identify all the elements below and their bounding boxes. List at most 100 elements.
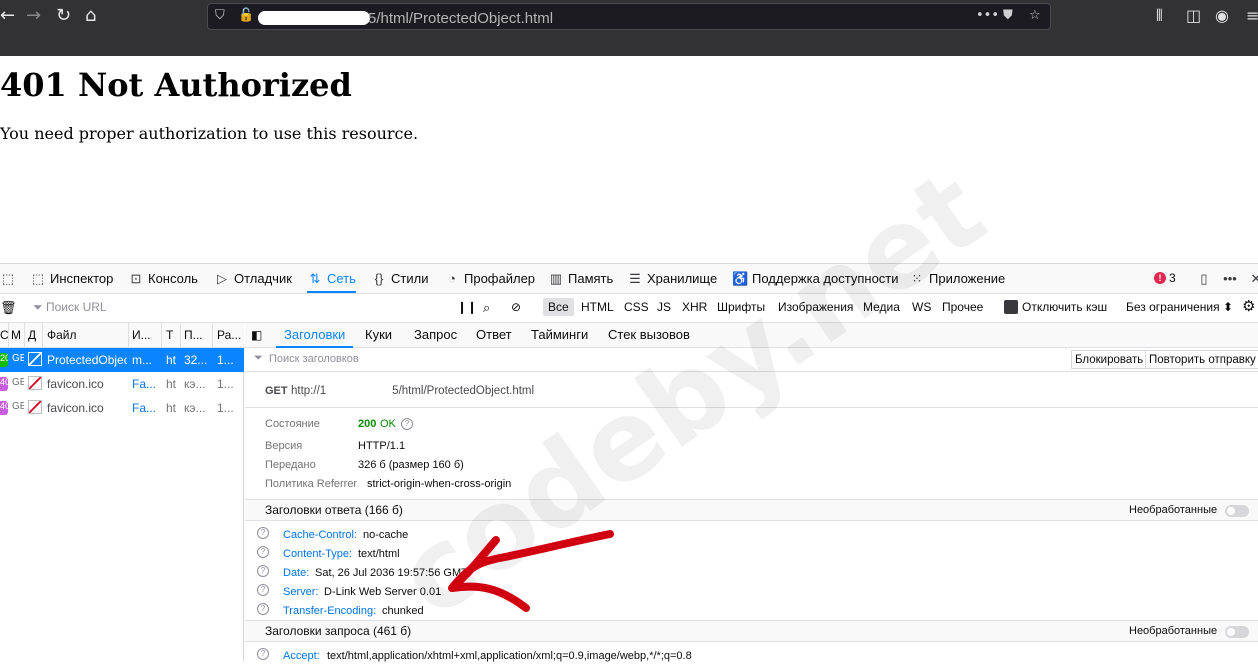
sidebar-icon[interactable]: ◫	[1186, 6, 1201, 25]
help-icon[interactable]: ?	[257, 546, 269, 558]
request-initiator[interactable]: Fa...	[132, 401, 160, 415]
tab-memory[interactable]: ▥ Память	[548, 264, 613, 293]
insecure-lock-icon[interactable]: 🔓	[238, 8, 254, 23]
account-icon[interactable]: ◉	[1215, 6, 1229, 25]
bookmark-star-icon[interactable]: ☆	[1029, 8, 1041, 23]
col-size[interactable]: Ра...	[217, 328, 243, 342]
help-icon[interactable]: ?	[257, 603, 269, 615]
request-status: 40	[0, 377, 8, 387]
more-options-icon[interactable]: •••	[1222, 264, 1242, 293]
transferred-value: 326 б (размер 160 б)	[358, 459, 464, 471]
reload-icon[interactable]: ↻	[56, 6, 71, 26]
response-headers-section[interactable]: Заголовки ответа (166 б) Необработанные	[245, 499, 1258, 521]
col-file[interactable]: Файл	[47, 328, 117, 342]
col-type[interactable]: Т	[166, 328, 178, 342]
status-help-icon[interactable]: ?	[401, 418, 413, 430]
help-icon[interactable]: ?	[257, 565, 269, 577]
header-name[interactable]: Accept:	[283, 650, 320, 662]
headers-filter-input[interactable]: Поиск заголовков	[269, 353, 359, 365]
inspector-icon: ⬚	[31, 271, 45, 286]
error-count[interactable]: 3	[1169, 264, 1176, 293]
col-transferred[interactable]: П...	[184, 328, 210, 342]
header-name[interactable]: Content-Type:	[283, 548, 352, 560]
tab-network[interactable]: ⇅ Сеть	[307, 264, 356, 293]
pick-element-icon[interactable]: ⬚	[0, 264, 20, 293]
request-details: ◧ Заголовки Куки Запрос Ответ Тайминги С…	[245, 323, 1258, 662]
dock-icon[interactable]: ▯	[1196, 264, 1216, 293]
col-method[interactable]: М	[11, 328, 21, 342]
tab-storage[interactable]: ☰ Хранилище	[627, 264, 717, 293]
help-icon[interactable]: ?	[257, 584, 269, 596]
forward-icon[interactable]: →	[26, 6, 41, 26]
tab-console[interactable]: ⊡ Консоль	[128, 264, 198, 293]
tab-request[interactable]: Запрос	[414, 323, 457, 348]
disable-cache-checkbox[interactable]: Отключить кэш	[1004, 300, 1107, 314]
request-status: 20	[0, 353, 8, 363]
filter-type-all[interactable]: Все	[543, 298, 574, 316]
request-initiator[interactable]: Fa...	[132, 377, 160, 391]
header-name[interactable]: Server:	[283, 586, 318, 598]
url-filter-input[interactable]: Поиск URL	[46, 300, 107, 314]
filter-type-other[interactable]: Прочее	[942, 300, 983, 314]
col-domain[interactable]: Д	[28, 328, 40, 342]
request-size: 1...	[217, 353, 234, 367]
help-icon[interactable]: ?	[257, 527, 269, 539]
header-name[interactable]: Date:	[283, 567, 309, 579]
block-button[interactable]: Блокировать	[1071, 350, 1148, 369]
request-row[interactable]: 40 GE favicon.ico Fa... ht кэ... 1...	[0, 396, 244, 420]
request-row[interactable]: 40 GE favicon.ico Fa... ht кэ... 1...	[0, 372, 244, 396]
tab-inspector[interactable]: ⬚ Инспектор	[30, 264, 114, 293]
referrer-policy-label: Политика Referrer	[265, 478, 358, 490]
tab-response[interactable]: Ответ	[476, 323, 512, 348]
header-name[interactable]: Cache-Control:	[283, 529, 357, 541]
filter-type-html[interactable]: HTML	[581, 300, 614, 314]
filter-type-media[interactable]: Медиа	[863, 300, 900, 314]
header-name[interactable]: Transfer-Encoding:	[283, 605, 376, 617]
clear-trash-icon[interactable]: 🗑	[0, 300, 17, 316]
pause-icon[interactable]: ❙❙	[457, 300, 477, 314]
filter-type-images[interactable]: Изображения	[778, 300, 853, 314]
tab-timings[interactable]: Тайминги	[531, 323, 588, 348]
tab-application[interactable]: ⁙ Приложение	[909, 264, 1006, 293]
page-actions-icon[interactable]: •••	[976, 8, 999, 23]
request-row[interactable]: 20 GE ProtectedObject m... ht 32... 1...	[0, 348, 244, 372]
back-icon[interactable]: ←	[0, 6, 15, 26]
tab-stack-trace[interactable]: Стек вызовов	[608, 323, 690, 348]
tab-headers[interactable]: Заголовки	[276, 323, 354, 348]
status-label: Состояние	[265, 418, 320, 430]
settings-gear-icon[interactable]: ⚙	[1242, 297, 1255, 315]
home-icon[interactable]: ⌂	[85, 6, 96, 26]
insecure-icon	[28, 352, 42, 366]
shield-icon[interactable]: ⛉	[215, 8, 225, 23]
filter-type-fonts[interactable]: Шрифты	[717, 300, 765, 314]
header-value: chunked	[382, 605, 424, 617]
block-icon[interactable]: ⊘	[511, 300, 521, 314]
search-icon[interactable]: ⌕	[483, 300, 490, 316]
address-bar[interactable]: ⛉ 🔓 5/html/ProtectedObject.html ••• ⛊ ☆	[207, 3, 1051, 30]
filter-type-ws[interactable]: WS	[912, 300, 931, 314]
tab-cookies[interactable]: Куки	[365, 323, 392, 348]
tab-style-editor[interactable]: {} Стили	[371, 264, 429, 293]
filter-type-css[interactable]: CSS	[624, 300, 649, 314]
raw-toggle[interactable]	[1225, 626, 1249, 638]
help-icon[interactable]: ?	[257, 648, 269, 660]
filter-type-xhr[interactable]: XHR	[682, 300, 707, 314]
filter-type-js[interactable]: JS	[657, 300, 671, 314]
pocket-icon[interactable]: ⛊	[1003, 8, 1013, 23]
col-initiator[interactable]: И...	[132, 328, 160, 342]
redacted-host	[258, 11, 370, 25]
col-status[interactable]: С	[0, 328, 8, 342]
request-headers-section[interactable]: Заголовки запроса (461 б) Необработанные	[245, 620, 1258, 642]
tab-profiler[interactable]: ◔ Профайлер	[444, 264, 535, 293]
library-icon[interactable]: ⫴	[1156, 6, 1163, 26]
error-icon[interactable]: !	[1154, 272, 1166, 284]
resend-button[interactable]: Повторить отправку	[1145, 350, 1258, 369]
toggle-panel-icon[interactable]: ◧	[251, 323, 262, 348]
raw-toggle[interactable]	[1225, 505, 1249, 517]
throttling-select[interactable]: Без ограничения ⬍	[1126, 300, 1233, 314]
tab-debugger[interactable]: ▷ Отладчик	[214, 264, 292, 293]
request-initiator: m...	[132, 353, 152, 367]
close-devtools-icon[interactable]: ✕	[1248, 264, 1258, 293]
menu-icon[interactable]: ≡	[1246, 6, 1258, 25]
tab-accessibility[interactable]: ♿ Поддержка доступности	[732, 264, 899, 293]
